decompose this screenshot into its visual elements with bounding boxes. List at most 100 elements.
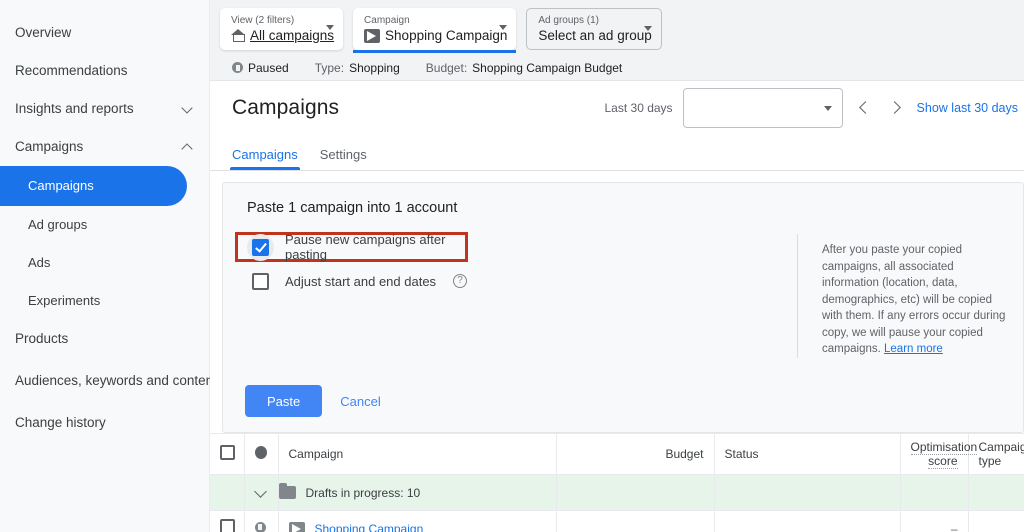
row-campaign-link[interactable]: Shopping Campaign — [315, 522, 424, 532]
folder-icon — [279, 486, 296, 499]
option-adjust-dates[interactable]: Adjust start and end dates ? — [247, 268, 797, 294]
status-badge-label: Paused — [248, 61, 289, 75]
sidebar-item-ad-groups[interactable]: Ad groups — [0, 206, 209, 244]
table-body: Drafts in progress: 10 — [210, 475, 1024, 532]
sidebar-item-overview[interactable]: Overview — [0, 14, 209, 52]
status-badge: Paused — [232, 61, 289, 75]
shopping-tag-icon — [364, 29, 380, 43]
chevron-down-icon[interactable] — [254, 486, 268, 500]
campaign-type-info: Type: Shopping — [315, 61, 400, 75]
tab-label: Campaigns — [232, 147, 298, 162]
adjust-dates-checkbox[interactable] — [252, 273, 269, 290]
row-status-dot-cell — [244, 511, 278, 532]
campaign-budget-value: Shopping Campaign Budget — [472, 61, 622, 75]
row-checkbox[interactable] — [220, 519, 235, 532]
tab-campaigns[interactable]: Campaigns — [232, 147, 298, 170]
help-icon[interactable]: ? — [453, 274, 467, 288]
chevron-down-icon — [181, 102, 195, 116]
option-label: Pause new campaigns after pasting — [285, 232, 465, 262]
show-last-30-days-link[interactable]: Show last 30 days — [917, 101, 1018, 115]
select-all-checkbox[interactable] — [220, 445, 235, 460]
table-header: Campaign Budget Status Optimisation scor… — [210, 434, 1024, 475]
home-icon — [231, 29, 245, 42]
campaign-column-header[interactable]: Campaign — [278, 434, 556, 475]
sidebar-item-label: Recommendations — [15, 63, 195, 79]
date-range-select[interactable] — [683, 88, 843, 128]
budget-column-header[interactable]: Budget — [556, 434, 714, 475]
optimisation-score-line2: score — [928, 454, 957, 469]
ad-groups-selector[interactable]: Ad groups (1) Select an ad group — [526, 8, 661, 50]
row-campaign-cell: Drafts in progress: 10 — [278, 475, 556, 511]
row-budget-cell — [556, 475, 714, 511]
table-row[interactable]: Shopping Campaign – — [210, 511, 1024, 532]
row-status-cell — [714, 475, 900, 511]
sidebar-item-insights-and-reports[interactable]: Insights and reports — [0, 90, 209, 128]
campaign-selector-value-row: Shopping Campaign — [364, 27, 507, 44]
view-selector[interactable]: View (2 filters) All campaigns — [220, 8, 343, 50]
campaigns-table: Campaign Budget Status Optimisation scor… — [210, 433, 1024, 532]
sidebar-item-label: Overview — [15, 25, 195, 41]
campaign-selector-value: Shopping Campaign — [385, 27, 507, 44]
sidebar-item-label: Products — [15, 331, 195, 347]
sidebar-item-label: Ads — [28, 255, 195, 271]
paste-panel-wrapper: Paste 1 campaign into 1 account Pause ne… — [210, 171, 1024, 433]
sidebar-item-campaigns[interactable]: Campaigns — [0, 166, 187, 206]
sidebar-item-experiments[interactable]: Experiments — [0, 282, 209, 320]
chevron-down-icon[interactable] — [326, 25, 334, 30]
paste-info-sidebar: After you paste your copied campaigns, a… — [797, 234, 1023, 358]
row-campaign-label: Drafts in progress: 10 — [306, 486, 421, 500]
pause-new-campaigns-checkbox[interactable] — [252, 239, 269, 256]
learn-more-link[interactable]: Learn more — [884, 343, 943, 355]
row-budget-cell — [556, 511, 714, 532]
view-selector-caption: View (2 filters) — [231, 15, 334, 27]
row-expand-cell[interactable] — [244, 475, 278, 511]
sidebar-item-recommendations[interactable]: Recommendations — [0, 52, 209, 90]
sidebar-item-products[interactable]: Products — [0, 320, 209, 358]
previous-period-button[interactable] — [853, 97, 875, 119]
ad-groups-selector-caption: Ad groups (1) — [538, 15, 651, 27]
row-status-cell — [714, 511, 900, 532]
active-indicator — [353, 50, 516, 53]
chevron-down-icon[interactable] — [644, 26, 652, 31]
campaign-selector[interactable]: Campaign Shopping Campaign — [353, 8, 516, 50]
paste-panel-actions: Paste Cancel — [245, 385, 385, 417]
option-pause-new-campaigns[interactable]: Pause new campaigns after pasting — [235, 232, 468, 262]
tab-settings[interactable]: Settings — [320, 147, 367, 170]
status-dot-header — [244, 434, 278, 475]
row-type-cell — [968, 475, 1024, 511]
date-range-label: Last 30 days — [605, 101, 673, 115]
page-header: Campaigns Last 30 days Show last 30 days — [210, 81, 1024, 135]
sidebar-item-campaigns-group[interactable]: Campaigns — [0, 128, 209, 166]
sidebar-item-ads[interactable]: Ads — [0, 244, 209, 282]
campaign-status-strip: Paused Type: Shopping Budget: Shopping C… — [210, 55, 1024, 81]
sidebar-item-change-history[interactable]: Change history — [0, 404, 209, 442]
next-period-button[interactable] — [885, 97, 907, 119]
chevron-down-icon — [824, 106, 832, 111]
chevron-down-icon[interactable] — [499, 25, 507, 30]
status-circle-icon — [255, 446, 267, 459]
tab-label: Settings — [320, 147, 367, 162]
date-range-controls: Last 30 days Show last 30 days — [605, 88, 1021, 128]
row-select-cell — [210, 475, 244, 511]
table-row[interactable]: Drafts in progress: 10 — [210, 475, 1024, 511]
campaign-budget-info: Budget: Shopping Campaign Budget — [426, 61, 623, 75]
optimisation-score-line1: Optimisation — [911, 440, 978, 455]
row-optimisation-cell: – — [900, 511, 968, 532]
sidebar: Overview Recommendations Insights and re… — [0, 0, 210, 532]
sidebar-item-audiences-keywords-and-content[interactable]: Audiences, keywords and content — [0, 358, 209, 404]
view-selector-value-row: All campaigns — [231, 27, 334, 44]
campaign-type-key: Type: — [315, 61, 344, 75]
status-column-header[interactable]: Status — [714, 434, 900, 475]
sidebar-item-label: Insights and reports — [15, 101, 175, 117]
campaign-selector-caption: Campaign — [364, 15, 507, 27]
row-select-cell[interactable] — [210, 511, 244, 532]
shopping-tag-icon — [289, 522, 305, 532]
tab-bar: Campaigns Settings — [210, 135, 1024, 171]
sidebar-item-label: Audiences, keywords and content — [15, 373, 217, 389]
page-title: Campaigns — [232, 96, 339, 120]
optimisation-score-column-header[interactable]: Optimisation score — [900, 434, 968, 475]
paste-button[interactable]: Paste — [245, 385, 322, 417]
paste-info-text: After you paste your copied campaigns, a… — [822, 242, 1009, 358]
chevron-up-icon — [181, 140, 195, 154]
cancel-button[interactable]: Cancel — [336, 394, 384, 409]
